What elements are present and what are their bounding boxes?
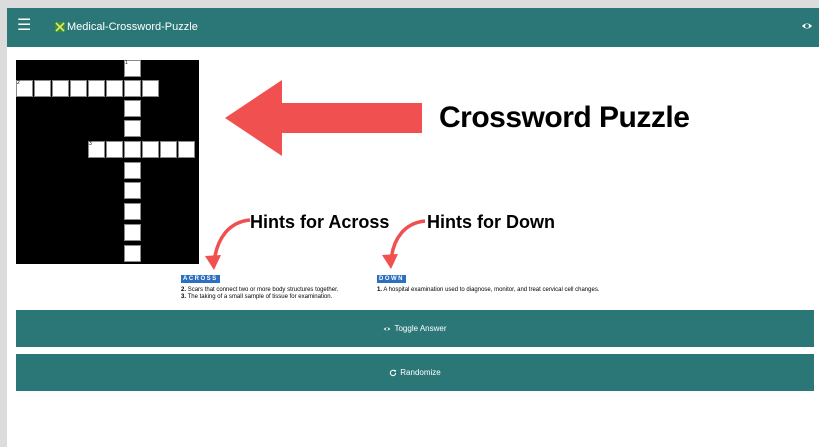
crossword-puzzle-label: Crossword Puzzle <box>439 101 690 134</box>
down-hint-item: 1. A hospital examination used to diagno… <box>377 287 600 294</box>
across-hint-item: 2. Scars that connect two or more body s… <box>181 287 338 294</box>
toggle-answer-button[interactable]: Toggle Answer <box>16 310 814 347</box>
hint-text: A hospital examination used to diagnose,… <box>383 287 600 293</box>
across-hint-item: 3. The taking of a small sample of tissu… <box>181 294 332 301</box>
across-heading: ACROSS <box>181 275 220 283</box>
across-hint-arrowhead <box>205 255 221 270</box>
down-hint-arrowhead <box>382 254 398 269</box>
randomize-button[interactable]: Randomize <box>16 354 814 391</box>
eye-icon <box>384 326 391 331</box>
hint-number: 1. <box>377 287 383 293</box>
toggle-answer-label: Toggle Answer <box>394 324 447 333</box>
hint-text: The taking of a small sample of tissue f… <box>187 294 333 300</box>
down-heading: DOWN <box>377 275 406 283</box>
down-hint-label: Hints for Down <box>427 212 555 232</box>
hint-number: 3. <box>181 294 187 300</box>
page: ☰ Medical-Crossword-Puzzle 1 2 3 Crosswo… <box>7 8 819 447</box>
hint-text: Scars that connect two or more body stru… <box>187 287 339 293</box>
hint-number: 2. <box>181 287 187 293</box>
randomize-label: Randomize <box>400 368 441 377</box>
across-hint-label: Hints for Across <box>250 212 390 232</box>
refresh-icon <box>390 369 397 376</box>
crossword-arrow <box>225 80 422 156</box>
